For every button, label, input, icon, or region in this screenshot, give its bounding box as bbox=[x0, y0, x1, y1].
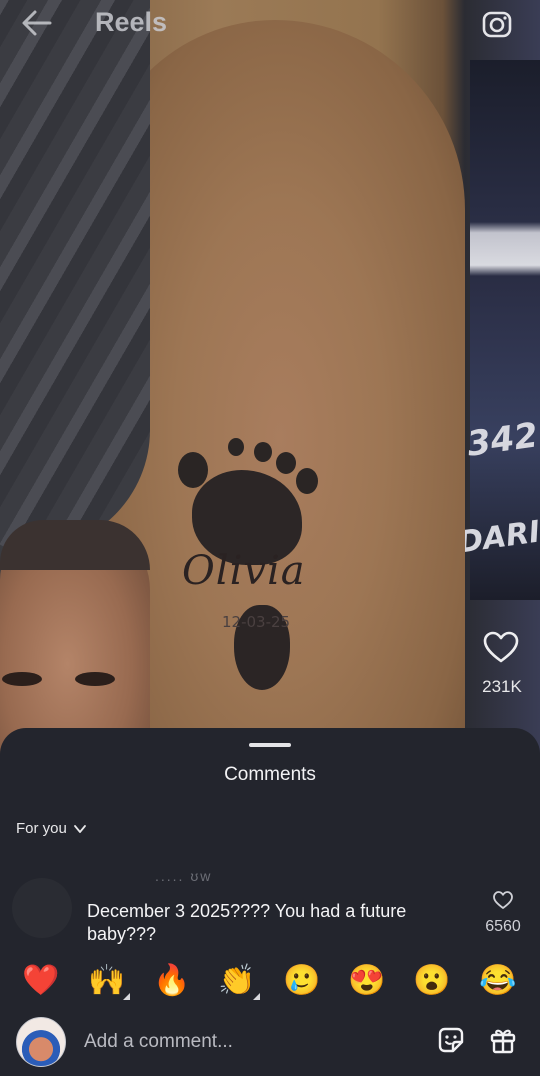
reaction-clapping-glyph: 👏 bbox=[218, 964, 256, 997]
reaction-eye bbox=[2, 672, 42, 686]
skin-tone-indicator bbox=[253, 993, 260, 1000]
comment-input[interactable] bbox=[82, 1027, 416, 1057]
reaction-laughing[interactable]: 😂 bbox=[477, 960, 519, 1002]
reaction-heart-eyes[interactable]: 😍 bbox=[346, 960, 388, 1002]
reaction-face-hair bbox=[0, 520, 150, 570]
comment-header[interactable]: ..... ʊw bbox=[155, 868, 212, 884]
camera-icon[interactable] bbox=[481, 8, 513, 40]
comment-like-icon[interactable] bbox=[492, 890, 514, 910]
gift-icon[interactable] bbox=[488, 1025, 518, 1055]
reaction-raising-hands-glyph: 🙌 bbox=[88, 964, 126, 997]
reaction-fire[interactable]: 🔥 bbox=[151, 960, 193, 1002]
reaction-heart[interactable]: ❤️ bbox=[20, 960, 62, 1002]
like-count: 231K bbox=[482, 677, 522, 696]
page-title: Reels bbox=[95, 7, 168, 37]
reaction-tear-smile[interactable]: 🥲 bbox=[281, 960, 323, 1002]
sleeve-image bbox=[0, 0, 150, 550]
reel-video[interactable]: 342 DARI Olivia 12-03-25 bbox=[0, 0, 540, 760]
reaction-raising-hands[interactable]: 🙌 bbox=[86, 960, 130, 1002]
reaction-clapping[interactable]: 👏 bbox=[216, 960, 260, 1002]
back-arrow-icon[interactable] bbox=[20, 8, 54, 38]
reaction-eye bbox=[75, 672, 115, 686]
sticker-icon[interactable] bbox=[436, 1025, 466, 1055]
toe-mark bbox=[228, 438, 244, 456]
filter-label: For you bbox=[16, 820, 67, 837]
toe-mark bbox=[276, 452, 296, 474]
footprint-tattoo: Olivia 12-03-25 bbox=[170, 430, 340, 700]
chevron-down-icon bbox=[73, 824, 86, 833]
quick-reactions: ❤️ 🙌 🔥 👏 🥲 😍 😮 😂 bbox=[0, 960, 540, 1006]
comment-filter-dropdown[interactable]: For you bbox=[16, 820, 87, 837]
drag-handle[interactable] bbox=[249, 743, 291, 747]
commenter-avatar[interactable] bbox=[12, 878, 72, 938]
top-bar: Reels bbox=[0, 0, 540, 48]
comment-text: December 3 2025???? You had a future bab… bbox=[87, 901, 407, 944]
skin-tone-indicator bbox=[123, 993, 130, 1000]
toe-mark bbox=[178, 452, 208, 488]
comments-sheet: Comments For you ..... ʊw December 3 202… bbox=[0, 728, 540, 1076]
tattoo-date: 12-03-25 bbox=[222, 613, 291, 631]
toe-mark bbox=[296, 468, 318, 494]
tattoo-name: Olivia bbox=[182, 548, 306, 594]
comment-like-count: 6560 bbox=[485, 918, 521, 935]
comment-composer bbox=[0, 1013, 540, 1073]
comments-title: Comments bbox=[224, 764, 316, 785]
heart-icon[interactable] bbox=[482, 630, 520, 664]
user-avatar bbox=[16, 1017, 66, 1067]
reaction-surprised[interactable]: 😮 bbox=[411, 960, 453, 1002]
toe-mark bbox=[254, 442, 272, 462]
